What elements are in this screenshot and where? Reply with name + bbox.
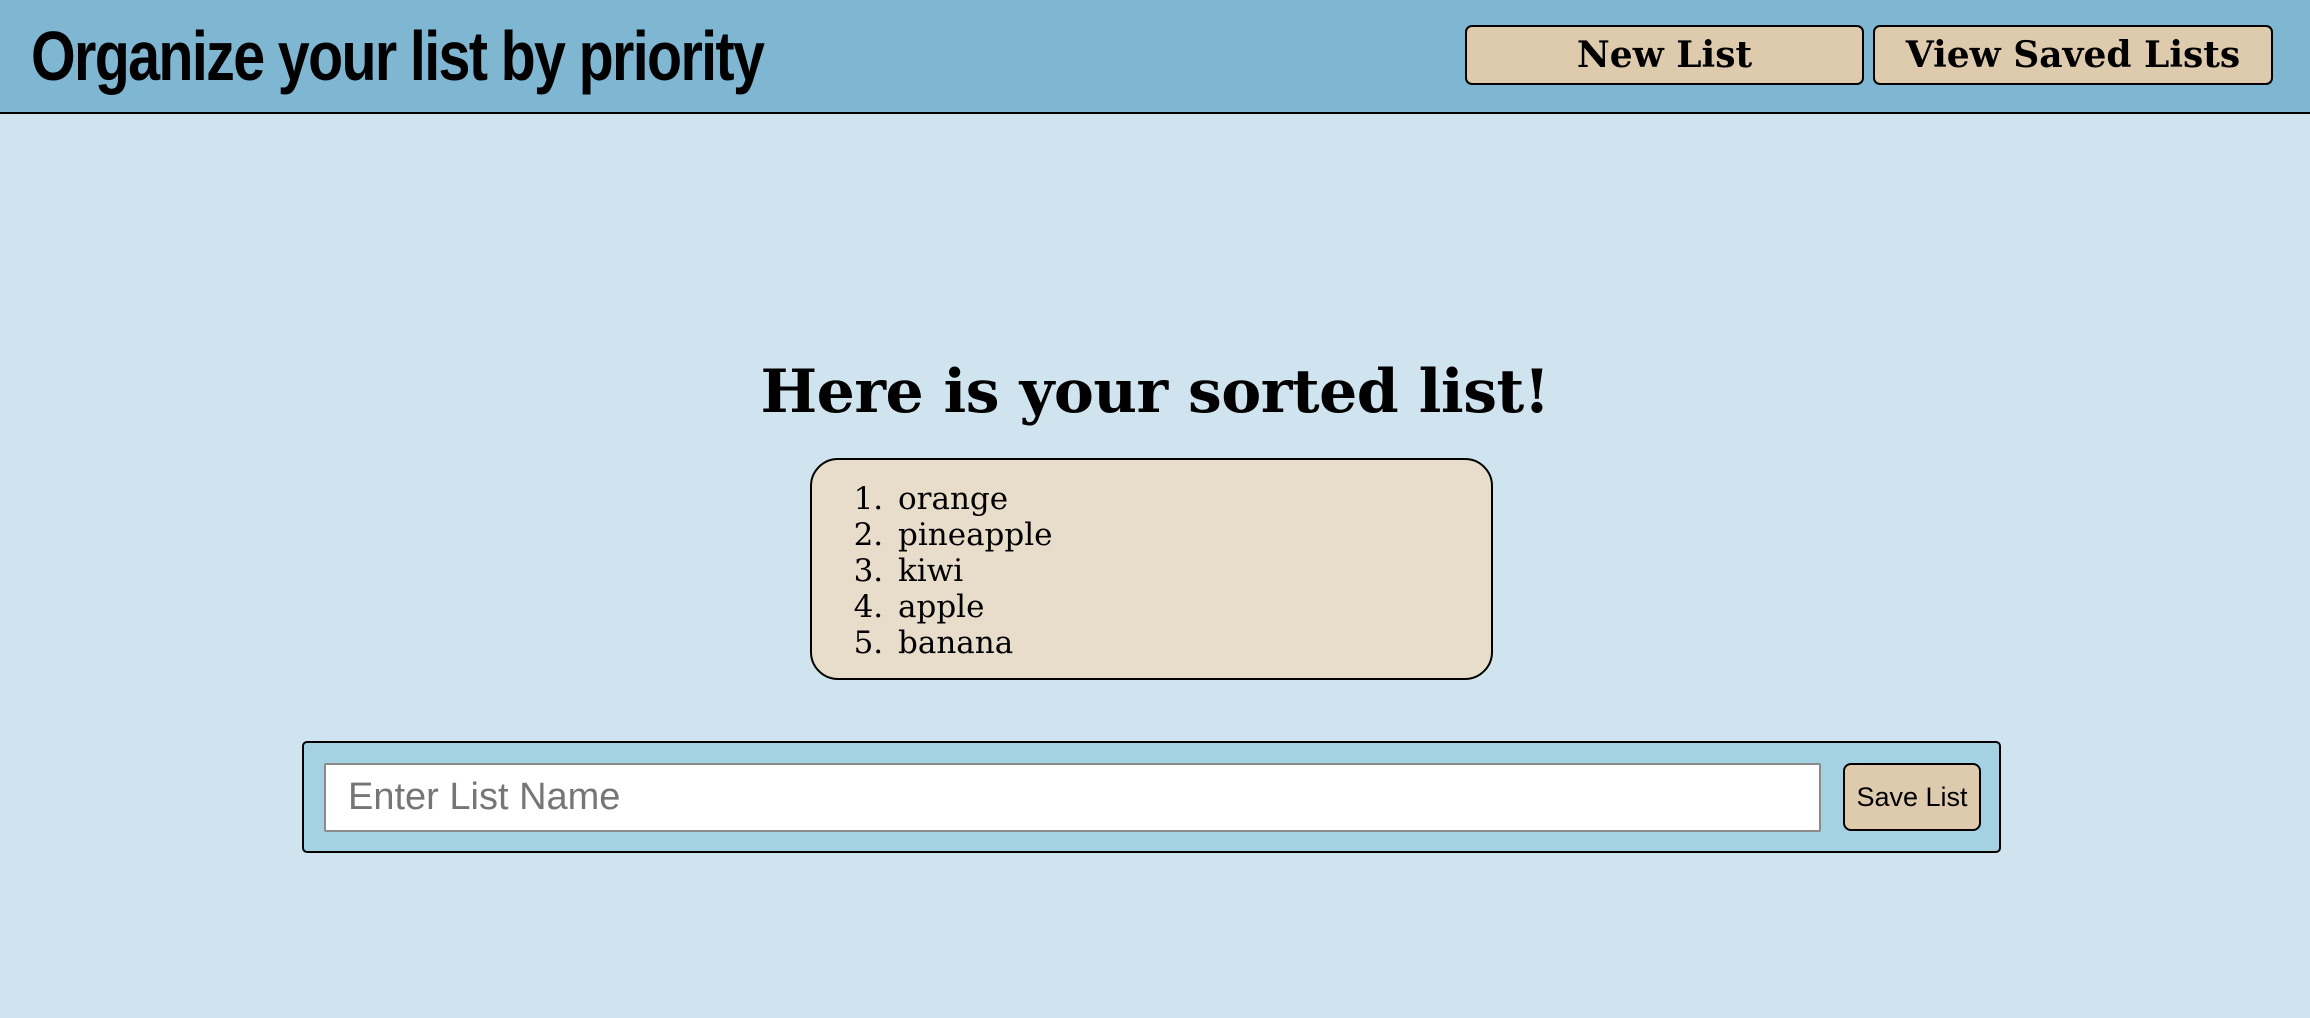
save-list-form: Save List (302, 741, 2001, 853)
save-list-button[interactable]: Save List (1843, 763, 1981, 831)
app-header: Organize your list by priority New List … (0, 0, 2310, 114)
sorted-list-card: orange pineapple kiwi apple banana (810, 458, 1493, 680)
app-title: Organize your list by priority (31, 17, 765, 95)
sorted-list-heading: Here is your sorted list! (760, 357, 1550, 427)
list-name-input[interactable] (324, 763, 1821, 832)
list-item: pineapple (893, 517, 1053, 553)
list-item: apple (893, 589, 1053, 625)
view-saved-lists-button[interactable]: View Saved Lists (1873, 25, 2273, 85)
list-item: kiwi (893, 553, 1053, 589)
sorted-list: orange pineapple kiwi apple banana (812, 481, 1053, 661)
new-list-button[interactable]: New List (1465, 25, 1864, 85)
list-item: orange (893, 481, 1053, 517)
list-item: banana (893, 625, 1053, 661)
